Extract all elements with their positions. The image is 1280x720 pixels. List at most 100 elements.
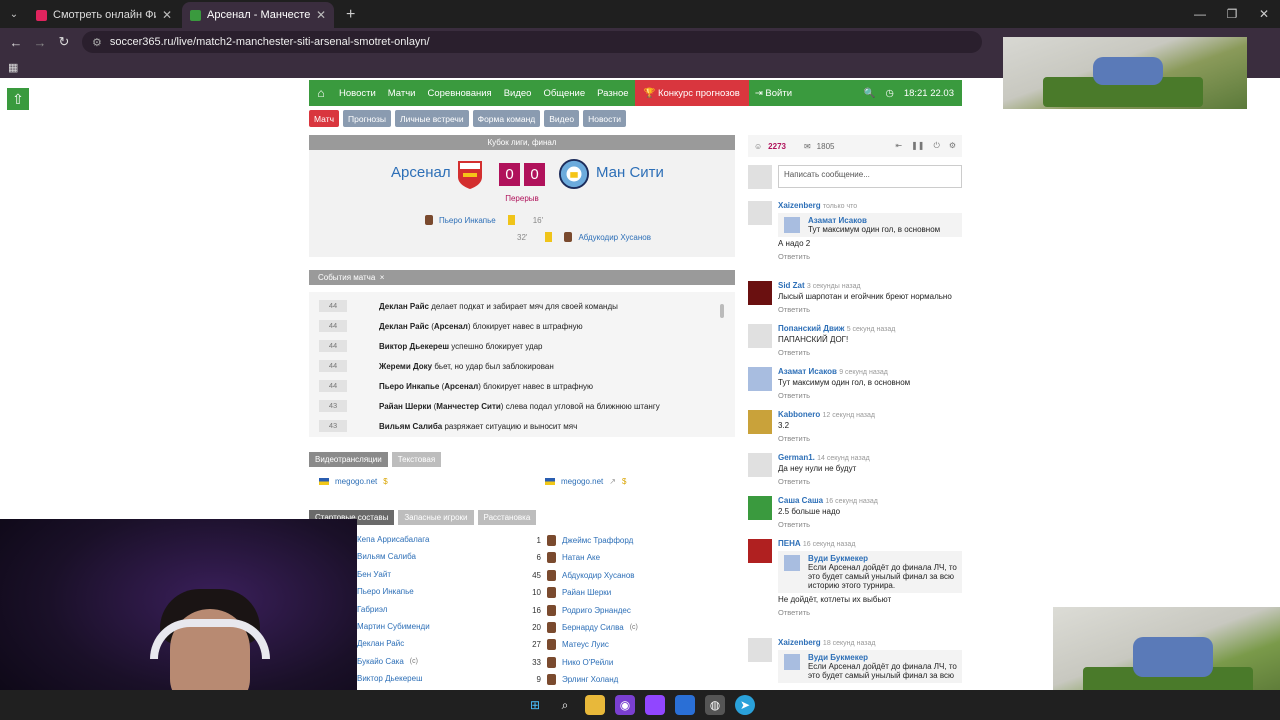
stream-link[interactable]: megogo.net $ bbox=[319, 477, 388, 486]
events-close-icon[interactable]: × bbox=[380, 273, 385, 282]
away-player[interactable]: 27 Матеус Луис bbox=[527, 639, 609, 651]
quote-author[interactable]: Азамат Исаков bbox=[808, 216, 958, 225]
away-player[interactable]: 6 Натан Аке bbox=[527, 552, 600, 564]
away-player[interactable]: 16 Родриго Эрнандес bbox=[527, 604, 631, 616]
tab-text-stream[interactable]: Текстовая bbox=[391, 452, 442, 467]
user-avatar[interactable] bbox=[748, 496, 772, 520]
home-icon[interactable]: ⌂ bbox=[309, 80, 333, 106]
away-player[interactable]: 1 Джеймс Траффорд bbox=[527, 535, 633, 546]
reply-link[interactable]: Ответить bbox=[778, 608, 962, 617]
away-team[interactable]: Ман Сити bbox=[596, 164, 664, 181]
user-avatar[interactable] bbox=[748, 281, 772, 305]
message-author[interactable]: Sid Zat bbox=[778, 281, 805, 290]
tab-match[interactable]: Матч bbox=[309, 110, 340, 127]
nav-news[interactable]: Новости bbox=[333, 80, 382, 106]
home-player[interactable]: Габриэл bbox=[357, 605, 387, 614]
home-player[interactable]: Пьеро Инкапье bbox=[357, 587, 414, 596]
home-player[interactable]: Виктор Дьекереш bbox=[357, 674, 422, 683]
quote-author[interactable]: Вуди Букмекер bbox=[808, 653, 958, 662]
forward-icon[interactable]: → bbox=[28, 35, 52, 50]
close-tab-icon[interactable]: ✕ bbox=[316, 8, 326, 22]
back-icon[interactable]: ← bbox=[4, 35, 28, 50]
nav-video[interactable]: Видео bbox=[498, 80, 538, 106]
nav-competitions[interactable]: Соревнования bbox=[421, 80, 497, 106]
tab-news[interactable]: Новости bbox=[583, 110, 626, 127]
card-player[interactable]: Абдукодир Хусанов bbox=[578, 233, 651, 242]
apps-grid-icon[interactable]: ▦ bbox=[8, 61, 18, 74]
user-avatar[interactable] bbox=[748, 410, 772, 434]
message-author[interactable]: Xaizenberg bbox=[778, 201, 821, 210]
scroll-up-icon[interactable]: ⇧ bbox=[7, 88, 29, 110]
home-player[interactable]: Кепа Аррисабалага bbox=[357, 535, 429, 544]
chrome-icon[interactable]: ◍ bbox=[705, 695, 725, 715]
reply-link[interactable]: Ответить bbox=[778, 305, 962, 314]
user-avatar[interactable] bbox=[748, 201, 772, 225]
away-player[interactable]: 45 Абдукодир Хусанов bbox=[527, 569, 635, 581]
browser-tab-active[interactable]: Арсенал - Манчестер Сити: смо ✕ bbox=[182, 2, 334, 28]
home-player[interactable]: Вильям Салиба bbox=[357, 552, 416, 561]
login-icon[interactable]: ⇤ bbox=[895, 141, 902, 151]
nav-login[interactable]: ⇥ Войти bbox=[749, 80, 798, 106]
events-scrollbar[interactable] bbox=[720, 304, 724, 318]
tab-search-icon[interactable]: ⌄ bbox=[0, 0, 28, 28]
away-player[interactable]: 9 Эрлинг Холанд bbox=[527, 674, 618, 686]
away-player[interactable]: 10 Райан Шерки bbox=[527, 587, 611, 599]
reply-link[interactable]: Ответить bbox=[778, 434, 962, 443]
nav-matches[interactable]: Матчи bbox=[382, 80, 422, 106]
message-author[interactable]: Попанский Движ bbox=[778, 324, 844, 333]
tab-h2h[interactable]: Личные встречи bbox=[395, 110, 469, 127]
pause-icon[interactable]: ❚❚ bbox=[911, 141, 924, 151]
site-info-icon[interactable]: ⚙ bbox=[92, 36, 102, 49]
message-author[interactable]: Саша Саша bbox=[778, 496, 823, 505]
settings-icon[interactable]: ⚙ bbox=[949, 141, 956, 151]
browser-icon[interactable]: ◉ bbox=[615, 695, 635, 715]
tab-video[interactable]: Видео bbox=[544, 110, 580, 127]
reply-link[interactable]: Ответить bbox=[778, 348, 962, 357]
file-explorer-icon[interactable] bbox=[585, 695, 605, 715]
message-author[interactable]: Kabbonero bbox=[778, 410, 820, 419]
close-tab-icon[interactable]: ✕ bbox=[162, 8, 172, 22]
away-player[interactable]: 20 Бернарду Силва (с) bbox=[527, 622, 638, 633]
search-icon[interactable]: 🔍 bbox=[864, 88, 876, 99]
twitch-icon[interactable] bbox=[645, 695, 665, 715]
away-player[interactable]: 33 Нико О'Рейли bbox=[527, 656, 613, 668]
tab-predictions[interactable]: Прогнозы bbox=[343, 110, 392, 127]
maximize-icon[interactable]: ❐ bbox=[1216, 7, 1248, 21]
message-author[interactable]: ПЕНА bbox=[778, 539, 801, 548]
nav-contest[interactable]: 🏆 Конкурс прогнозов bbox=[634, 80, 749, 106]
card-player[interactable]: Пьеро Инкапье bbox=[439, 216, 496, 225]
app-icon[interactable] bbox=[675, 695, 695, 715]
tab-form[interactable]: Форма команд bbox=[472, 110, 541, 127]
home-player[interactable]: Деклан Райс bbox=[357, 639, 404, 648]
minimize-icon[interactable]: — bbox=[1184, 7, 1216, 21]
reply-link[interactable]: Ответить bbox=[778, 477, 962, 486]
quote-author[interactable]: Вуди Букмекер bbox=[808, 554, 958, 563]
browser-tab[interactable]: Смотреть онлайн Финал Кубка ✕ bbox=[28, 2, 180, 28]
tab-formation[interactable]: Расстановка bbox=[477, 510, 537, 525]
reply-link[interactable]: Ответить bbox=[778, 391, 962, 400]
message-author[interactable]: Xaizenberg bbox=[778, 638, 821, 647]
windows-start-icon[interactable]: ⊞ bbox=[525, 695, 545, 715]
search-icon[interactable]: ⌕ bbox=[555, 695, 575, 715]
user-avatar[interactable] bbox=[748, 539, 772, 563]
tab-subs[interactable]: Запасные игроки bbox=[398, 510, 474, 525]
message-author[interactable]: German1. bbox=[778, 453, 815, 462]
power-icon[interactable]: ⏻ bbox=[934, 141, 940, 151]
reply-link[interactable]: Ответить bbox=[778, 252, 962, 261]
user-avatar[interactable] bbox=[748, 324, 772, 348]
nav-community[interactable]: Общение bbox=[537, 80, 591, 106]
url-field[interactable]: ⚙ soccer365.ru/live/match2-manchester-si… bbox=[82, 31, 982, 53]
nav-misc[interactable]: Разное bbox=[591, 80, 634, 106]
home-player[interactable]: Букайо Сака (с) bbox=[357, 657, 418, 666]
new-tab-icon[interactable]: + bbox=[336, 2, 365, 28]
message-author[interactable]: Азамат Исаков bbox=[778, 367, 837, 376]
home-player[interactable]: Бен Уайт bbox=[357, 570, 391, 579]
user-avatar[interactable] bbox=[748, 453, 772, 477]
home-player[interactable]: Мартин Субименди bbox=[357, 622, 430, 631]
user-avatar[interactable] bbox=[748, 638, 772, 662]
reload-icon[interactable]: ↻ bbox=[52, 34, 76, 50]
user-avatar[interactable] bbox=[748, 367, 772, 391]
chat-input[interactable]: Написать сообщение... bbox=[778, 165, 962, 188]
stream-link[interactable]: megogo.net ↗ $ bbox=[545, 477, 626, 486]
tab-video-streams[interactable]: Видеотрансляции bbox=[309, 452, 388, 467]
